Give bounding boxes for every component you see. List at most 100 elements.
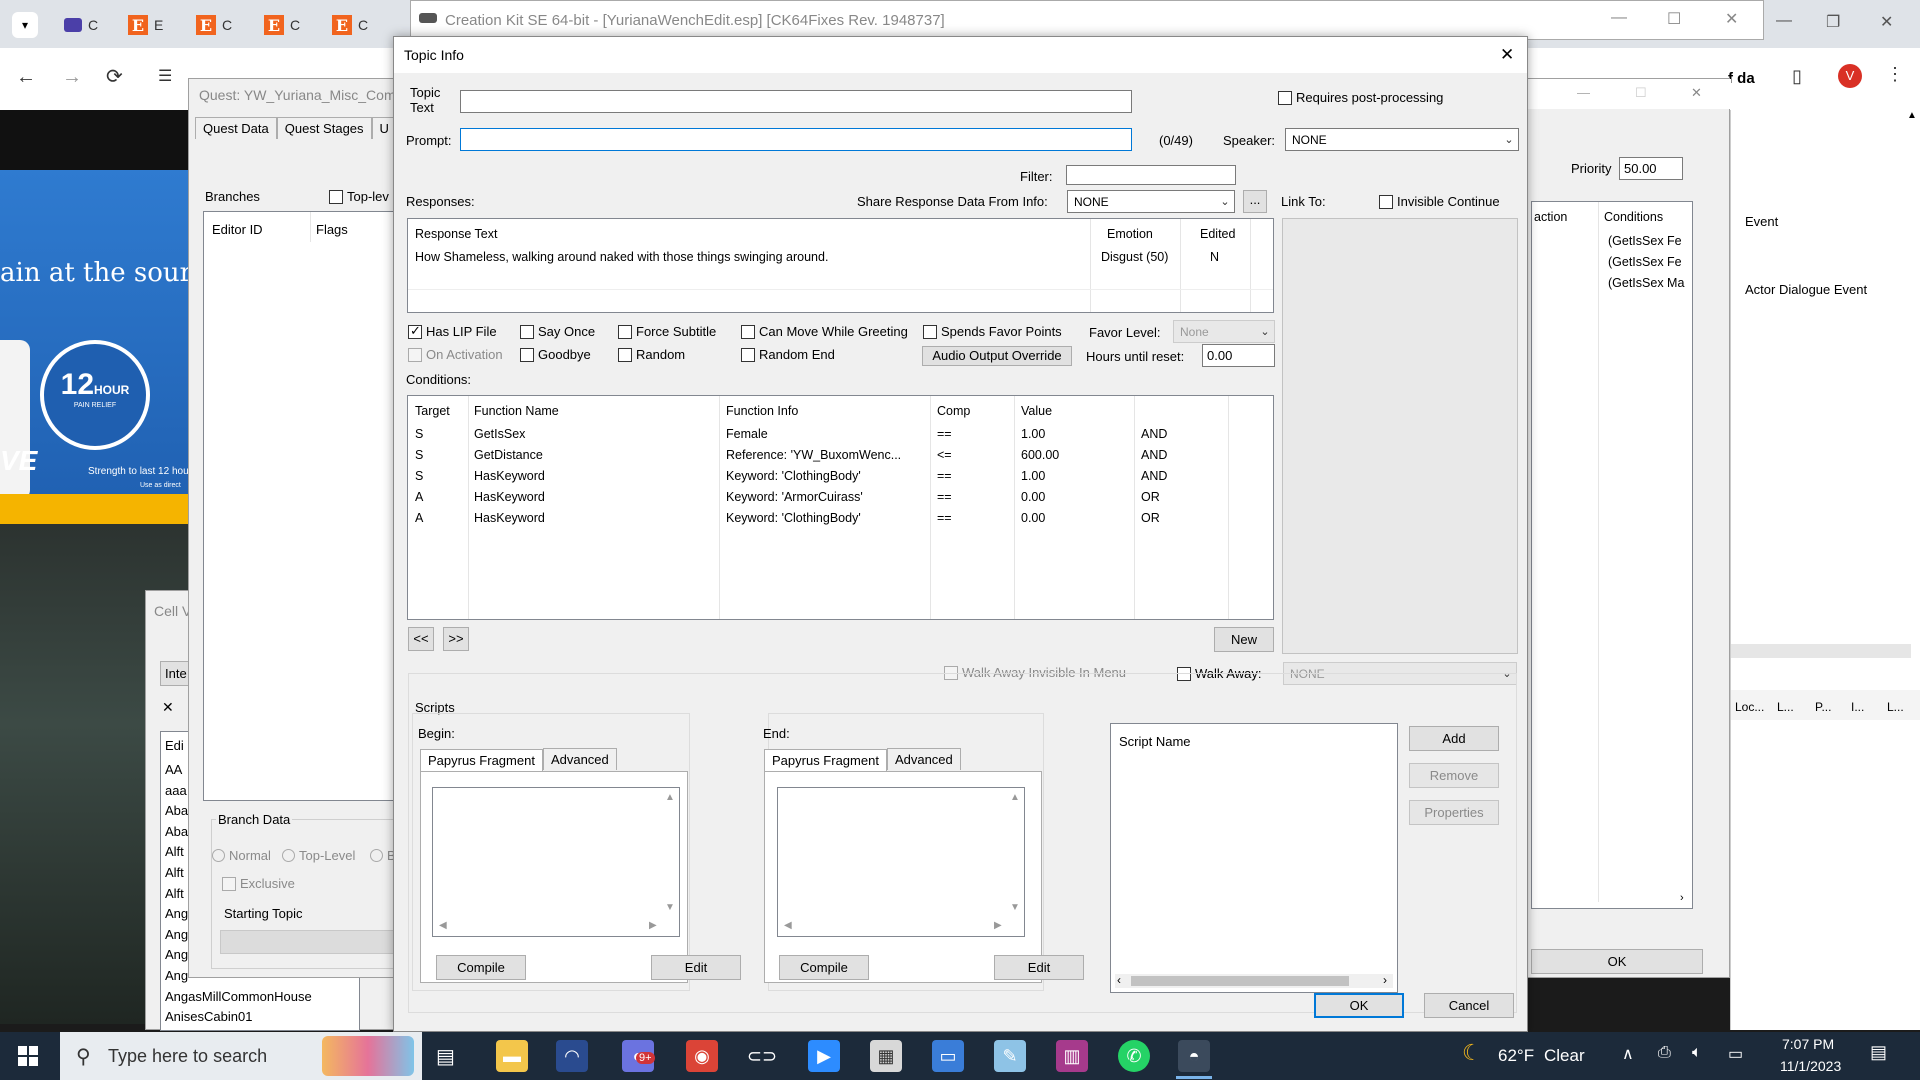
say-once-checkbox[interactable]: Say Once xyxy=(520,324,595,339)
conditions-table[interactable]: Target Function Name Function Info Comp … xyxy=(407,395,1274,620)
tab-begin-fragment[interactable]: Papyrus Fragment xyxy=(420,749,543,771)
script-name-list[interactable]: Script Name ‹ › xyxy=(1110,723,1398,993)
begin-edit-button[interactable]: Edit xyxy=(651,955,741,980)
on-activation-checkbox[interactable]: On Activation xyxy=(408,347,503,362)
whatsapp-icon[interactable]: ✆ xyxy=(1118,1040,1150,1072)
ck-minimize-button[interactable]: — xyxy=(1611,9,1627,27)
windows-start-icon[interactable] xyxy=(18,1046,38,1066)
has-lip-box[interactable] xyxy=(408,323,422,339)
browser-close-icon[interactable]: ✕ xyxy=(1880,12,1893,32)
weather-temp[interactable]: 62°F xyxy=(1498,1046,1534,1066)
toplevel-box[interactable] xyxy=(329,189,343,204)
table-row[interactable]: A HasKeyword Keyword: 'ClothingBody' == … xyxy=(408,508,1273,529)
scroll-right-icon[interactable]: › xyxy=(1383,973,1387,987)
script-properties-button[interactable]: Properties xyxy=(1409,800,1499,825)
next-button[interactable]: >> xyxy=(443,627,469,651)
file-explorer-icon[interactable]: ▬ xyxy=(496,1040,528,1072)
begin-compile-button[interactable]: Compile xyxy=(436,955,526,980)
scroll-up-icon[interactable]: ▲ xyxy=(665,792,675,803)
cancel-button[interactable]: Cancel xyxy=(1424,993,1514,1018)
weather-desc[interactable]: Clear xyxy=(1544,1046,1585,1066)
app-icon-notepad[interactable]: ✎ xyxy=(994,1040,1026,1072)
can-move-box[interactable] xyxy=(741,324,755,339)
filter-input[interactable] xyxy=(1066,165,1236,185)
task-view-icon[interactable]: ▤ xyxy=(436,1044,455,1069)
scroll-up-icon[interactable]: ▲ xyxy=(1010,792,1020,803)
event-scrollbar[interactable] xyxy=(1731,644,1911,658)
speaker-select[interactable]: NONE ⌄ xyxy=(1285,128,1519,151)
scroll-down-icon[interactable]: ▼ xyxy=(665,902,675,913)
clock-time[interactable]: 7:07 PM xyxy=(1782,1036,1834,1052)
tab-search-button[interactable]: ▾ xyxy=(12,12,38,38)
app-icon-window[interactable]: ▭ xyxy=(932,1040,964,1072)
exclusive-box[interactable] xyxy=(222,876,236,891)
info-list[interactable]: action Conditions (GetIsSex Fe (GetIsSex… xyxy=(1531,201,1693,909)
browser-tab-5[interactable]: EC xyxy=(322,8,382,42)
favor-level-select[interactable]: None ⌄ xyxy=(1173,320,1275,343)
menu-icon[interactable]: ⋮ xyxy=(1886,64,1904,85)
clock-date[interactable]: 11/1/2023 xyxy=(1780,1058,1841,1074)
dialog-close-button[interactable]: ✕ xyxy=(1500,45,1514,65)
table-row[interactable]: A HasKeyword Keyword: 'ArmorCuirass' == … xyxy=(408,487,1273,508)
list-item[interactable]: AnisesCabin01 xyxy=(165,1007,312,1028)
browser-minimize-icon[interactable]: — xyxy=(1776,12,1792,30)
begin-fragment-editor[interactable]: ▲ ▼ ◀ ▶ xyxy=(432,787,680,937)
tab-end-fragment[interactable]: Papyrus Fragment xyxy=(764,749,887,771)
profile-avatar[interactable]: V xyxy=(1838,64,1862,88)
app-icon-pill[interactable]: ⊂⊃ xyxy=(746,1040,778,1072)
random-end-box[interactable] xyxy=(741,347,755,362)
hours-until-reset-input[interactable]: 0.00 xyxy=(1202,344,1275,367)
back-icon[interactable]: ← xyxy=(16,66,36,89)
winrar-icon[interactable]: ▥ xyxy=(1056,1040,1088,1072)
exclusive-checkbox[interactable]: Exclusive xyxy=(222,876,295,891)
table-row[interactable]: S GetIsSex Female == 1.00 AND xyxy=(408,424,1273,445)
scroll-left-icon[interactable]: ◀ xyxy=(439,920,447,931)
starting-topic-field[interactable] xyxy=(220,930,410,954)
scroll-right-icon[interactable]: ▶ xyxy=(994,920,1002,931)
scroll-right-icon[interactable]: ▶ xyxy=(649,920,657,931)
scroll-left-icon[interactable]: ◀ xyxy=(784,920,792,931)
say-once-box[interactable] xyxy=(520,324,534,339)
new-condition-button[interactable]: New xyxy=(1214,627,1274,652)
random-checkbox[interactable]: Random xyxy=(618,347,685,362)
end-edit-button[interactable]: Edit xyxy=(994,955,1084,980)
site-settings-icon[interactable]: ☰ xyxy=(158,66,172,86)
branches-list[interactable]: Editor ID Flags xyxy=(203,211,403,801)
ok-button[interactable]: OK xyxy=(1314,993,1404,1018)
invisible-continue-box[interactable] xyxy=(1379,194,1393,209)
goodbye-checkbox[interactable]: Goodbye xyxy=(520,347,591,362)
list-item[interactable]: AngasMillCommonHouse xyxy=(165,987,312,1008)
responses-table[interactable]: Response Text Emotion Edited How Shamele… xyxy=(407,218,1274,313)
add-script-button[interactable]: Add xyxy=(1409,726,1499,751)
table-row[interactable]: S HasKeyword Keyword: 'ClothingBody' == … xyxy=(408,466,1273,487)
end-fragment-editor[interactable]: ▲ ▼ ◀ ▶ xyxy=(777,787,1025,937)
ck-close-button[interactable]: ✕ xyxy=(1725,9,1738,29)
search-box[interactable]: ⚲ Type here to search xyxy=(60,1032,422,1080)
random-box[interactable] xyxy=(618,347,632,362)
scroll-down-icon[interactable]: ▼ xyxy=(1010,902,1020,913)
requires-postprocessing-box[interactable] xyxy=(1278,90,1292,105)
forward-icon[interactable]: → xyxy=(62,66,82,89)
tray-chevron-icon[interactable]: ∧ xyxy=(1622,1044,1634,1064)
volume-icon[interactable]: 🔈︎ xyxy=(1692,1044,1702,1062)
script-list-scrollbar[interactable]: ‹ › xyxy=(1115,973,1393,988)
scrollbar-thumb[interactable] xyxy=(1131,976,1349,986)
radio-blocking[interactable]: B xyxy=(370,848,396,863)
topic-list-maximize-icon[interactable]: ☐ xyxy=(1635,85,1647,101)
network-icon[interactable]: ▭ xyxy=(1728,1044,1743,1064)
reload-icon[interactable]: ⟳ xyxy=(106,64,123,89)
force-subtitle-checkbox[interactable]: Force Subtitle xyxy=(618,324,716,339)
prompt-input[interactable] xyxy=(460,128,1132,151)
tray-device-icon[interactable]: ⎙ xyxy=(1658,1044,1671,1062)
remove-script-button[interactable]: Remove xyxy=(1409,763,1499,788)
spends-favor-checkbox[interactable]: Spends Favor Points xyxy=(923,324,1062,339)
spends-favor-box[interactable] xyxy=(923,324,937,339)
tab-quest-stages[interactable]: Quest Stages xyxy=(276,117,372,139)
creation-kit-icon[interactable]: ◓ xyxy=(1178,1040,1210,1072)
topic-list-close-icon[interactable]: ✕ xyxy=(1691,85,1702,101)
toplevel-checkbox[interactable]: Top-lev xyxy=(329,189,389,204)
browser-tab-2[interactable]: EE xyxy=(118,8,178,42)
cell-close-icon[interactable]: ✕ xyxy=(162,699,174,716)
requires-postprocessing-checkbox[interactable]: Requires post-processing xyxy=(1278,90,1443,105)
tab-begin-advanced[interactable]: Advanced xyxy=(542,748,617,770)
